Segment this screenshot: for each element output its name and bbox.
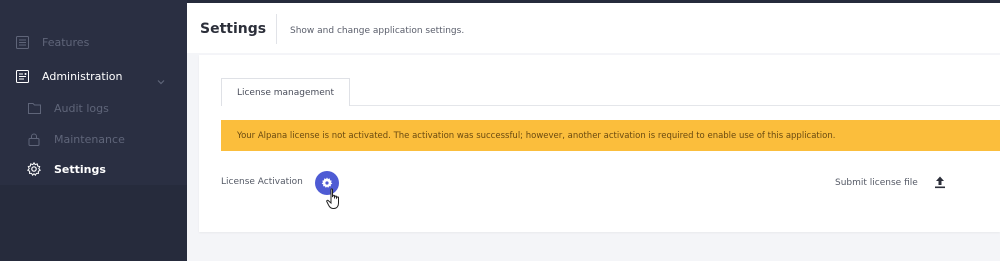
header-divider bbox=[276, 14, 277, 44]
sidebar-item-label: Settings bbox=[54, 162, 106, 176]
page-header: Settings Show and change application set… bbox=[187, 3, 1000, 53]
sidebar-item-settings[interactable]: Settings bbox=[0, 154, 187, 184]
admin-panel-icon bbox=[15, 69, 29, 83]
list-icon bbox=[15, 35, 29, 49]
sidebar-item-label: Maintenance bbox=[54, 132, 125, 146]
settings-card: License management Your Alpana license i… bbox=[199, 55, 1000, 232]
sidebar-item-administration[interactable]: Administration bbox=[0, 61, 187, 91]
tab-underline bbox=[350, 105, 1000, 106]
submit-license-label[interactable]: Submit license file bbox=[835, 178, 918, 188]
sidebar-item-maintenance[interactable]: Maintenance bbox=[0, 124, 187, 154]
tab-license-management[interactable]: License management bbox=[221, 78, 350, 106]
sidebar-item-audit-logs[interactable]: Audit logs bbox=[0, 93, 187, 123]
sidebar-item-label: Administration bbox=[42, 69, 123, 83]
folder-icon bbox=[27, 101, 41, 115]
gear-icon bbox=[27, 162, 41, 176]
sidebar: Features Administration Audit logs Maint… bbox=[0, 0, 187, 261]
page-title: Settings bbox=[200, 21, 267, 37]
sidebar-item-label: Audit logs bbox=[54, 101, 109, 115]
page-description: Show and change application settings. bbox=[290, 26, 465, 36]
upload-icon[interactable] bbox=[933, 174, 947, 189]
chevron-down-icon[interactable] bbox=[157, 71, 165, 85]
sidebar-item-label: Features bbox=[42, 35, 90, 49]
license-activation-label: License Activation bbox=[221, 177, 303, 187]
hand-pointer-icon bbox=[326, 188, 342, 210]
sidebar-item-features[interactable]: Features bbox=[0, 27, 187, 57]
lock-icon bbox=[27, 132, 41, 146]
license-warning-alert: Your Alpana license is not activated. Th… bbox=[221, 120, 1000, 151]
